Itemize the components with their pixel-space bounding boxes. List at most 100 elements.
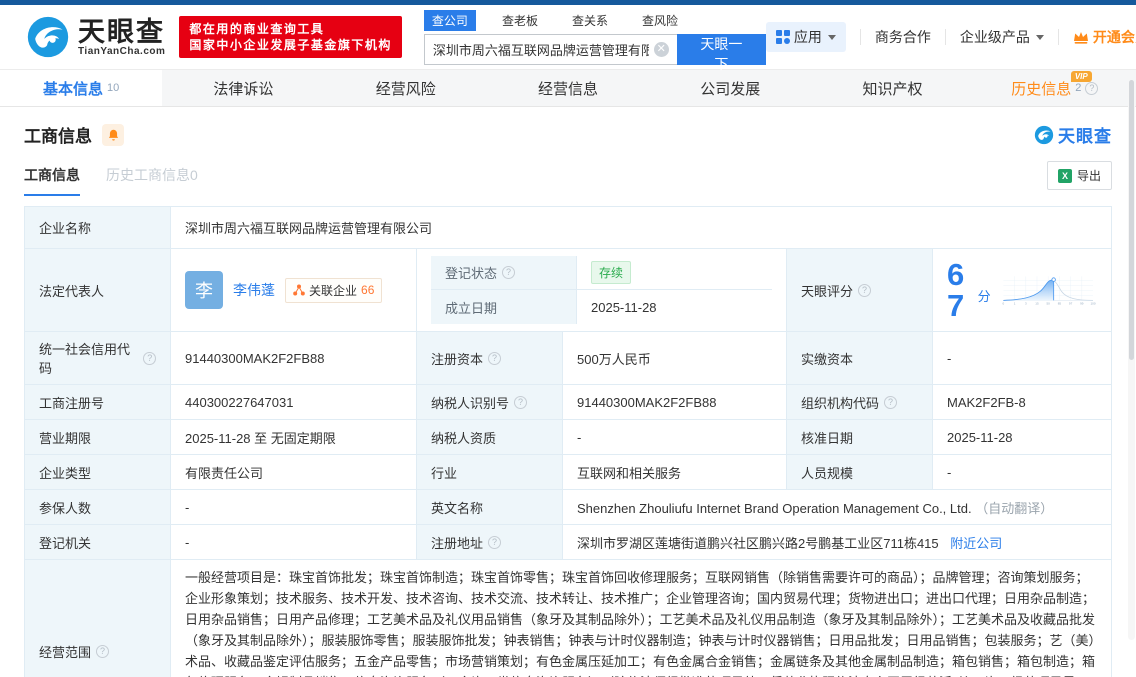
help-icon[interactable]: ? (502, 266, 516, 279)
scrollbar-thumb[interactable] (1129, 80, 1134, 360)
section-watermark-logo: 天眼查 (1034, 122, 1112, 147)
svg-text:0: 0 (1002, 302, 1004, 306)
help-icon[interactable]: ? (488, 351, 502, 365)
score-marker (1051, 277, 1056, 282)
subtab-history-registration[interactable]: 历史工商信息0 (106, 165, 198, 196)
table-row: 登记机关 - 注册地址? 深圳市罗湖区莲塘街道鹏兴社区鹏兴路2号鹏基工业区711… (24, 524, 1112, 560)
tianyan-score[interactable]: 67 分 0 1 3 15 50 85 97 99 100 (947, 259, 1097, 321)
section-title: 工商信息 (24, 127, 92, 146)
nav-divider (1057, 29, 1059, 45)
search-tab-relation[interactable]: 查关系 (564, 10, 616, 31)
registration-info-table: 企业名称 深圳市周六福互联网品牌运营管理有限公司 法定代表人 李 李伟蓬 关联企… (24, 206, 1112, 677)
vip-badge: VIP (1070, 71, 1092, 82)
reg-capital-value: 500万人民币 (562, 331, 787, 385)
table-row: 营业期限 2025-11-28 至 无固定期限 纳税人资质 - 核准日期 202… (24, 419, 1112, 455)
nav-vip-label: 开通会员 (1092, 29, 1136, 45)
taxpayer-id-label: 纳税人识别号 (431, 395, 510, 411)
legal-rep-label: 法定代表人 (24, 248, 171, 332)
help-icon[interactable]: ? (488, 535, 502, 549)
reg-address-value: 深圳市罗湖区莲塘街道鹏兴社区鹏兴路2号鹏基工业区711栋415 (577, 535, 939, 551)
search-input[interactable] (423, 33, 677, 65)
site-logo[interactable]: 天眼查 TianYanCha.com (26, 15, 165, 59)
search-tab-company[interactable]: 查公司 (423, 9, 476, 31)
credit-code-label: 统一社会信用代码 (39, 342, 131, 376)
tianyancha-logo-icon (1034, 125, 1054, 144)
tab-count: 2 (1075, 82, 1082, 94)
help-icon[interactable]: ? (884, 395, 898, 409)
watermark-text: 天眼查 (1058, 127, 1112, 146)
business-term-label: 营业期限 (24, 419, 171, 455)
org-code-value: MAK2F2FB-8 (932, 384, 1112, 420)
related-count: 66 (361, 283, 375, 297)
related-label: 关联企业 (309, 283, 358, 298)
tab-label: 法律诉讼 (213, 80, 274, 98)
auto-translate-note: （自动翻译） (975, 500, 1054, 516)
company-name-label: 企业名称 (24, 206, 171, 249)
tab-label: 经营信息 (537, 80, 598, 98)
paid-capital-label: 实缴资本 (786, 331, 933, 385)
tab-company-development[interactable]: 公司发展 (649, 70, 811, 106)
staff-size-label: 人员规模 (786, 454, 933, 490)
search-tab-boss[interactable]: 查老板 (494, 10, 546, 31)
follow-bell-button[interactable] (102, 123, 124, 146)
establish-date-label: 成立日期 (431, 290, 577, 324)
tab-label: 公司发展 (700, 80, 761, 98)
chevron-down-icon (827, 34, 836, 40)
score-value: 67 (947, 257, 965, 323)
search-area: 查公司 查老板 查关系 查风险 ✕ 天眼一下 (423, 9, 766, 72)
staff-size-value: - (932, 454, 1112, 490)
table-row: 企业类型 有限责任公司 行业 互联网和相关服务 人员规模 - (24, 454, 1112, 490)
legal-rep-name-link[interactable]: 李伟蓬 (233, 280, 275, 300)
svg-text:99: 99 (1080, 302, 1084, 306)
tab-legal-proceedings[interactable]: 法律诉讼 (162, 70, 324, 106)
tab-operational-risk[interactable]: 经营风险 (325, 70, 487, 106)
establish-date-value: 2025-11-28 (591, 299, 657, 315)
related-companies-badge[interactable]: 关联企业 66 (285, 277, 383, 303)
help-icon[interactable]: ? (858, 283, 872, 297)
tab-history-info[interactable]: 历史信息 VIP 2 ? (974, 70, 1136, 106)
tab-basic-info[interactable]: 基本信息 10 (0, 70, 163, 106)
reg-number-label: 工商注册号 (24, 384, 171, 420)
search-tabs: 查公司 查老板 查关系 查风险 (423, 9, 766, 31)
english-name-value: Shenzhen Zhouliufu Internet Brand Operat… (577, 500, 972, 516)
search-button[interactable]: 天眼一下 (676, 33, 766, 72)
site-header: 天眼查 TianYanCha.com 都在用的商业查询工具 国家中小企业发展子基… (0, 5, 1136, 72)
business-scope-label: 经营范围 (39, 644, 92, 660)
company-name-value: 深圳市周六福互联网品牌运营管理有限公司 (170, 206, 1112, 249)
taxpayer-quality-label: 纳税人资质 (416, 419, 563, 455)
reg-authority-label: 登记机关 (24, 524, 171, 560)
subtab-business-registration[interactable]: 工商信息 (24, 165, 80, 196)
reg-authority-value: - (170, 524, 417, 560)
nearby-companies-link[interactable]: 附近公司 (950, 536, 1002, 551)
avatar[interactable]: 李 (185, 271, 223, 309)
table-row: 参保人数 - 英文名称 Shenzhen Zhouliufu Internet … (24, 489, 1112, 525)
org-network-icon (293, 284, 305, 296)
business-term-value: 2025-11-28 至 无固定期限 (170, 419, 417, 455)
help-icon[interactable]: ? (143, 351, 156, 365)
tianyancha-logo-icon (27, 16, 69, 58)
svg-text:97: 97 (1069, 302, 1073, 306)
svg-text:1: 1 (1013, 302, 1015, 306)
clear-search-icon[interactable]: ✕ (653, 41, 669, 57)
brand-slogan: 都在用的商业查询工具 国家中小企业发展子基金旗下机构 (179, 16, 402, 58)
export-button[interactable]: X 导出 (1046, 161, 1112, 190)
business-scope-value: 一般经营项目是：珠宝首饰批发；珠宝首饰制造；珠宝首饰零售；珠宝首饰回收修理服务；… (170, 559, 1112, 677)
tab-count: 10 (107, 82, 120, 94)
tab-intellectual-property[interactable]: 知识产权 (811, 70, 973, 106)
nav-business-cooperation[interactable]: 商务合作 (875, 27, 931, 47)
help-icon[interactable]: ? (96, 644, 110, 658)
search-tab-risk[interactable]: 查风险 (634, 10, 686, 31)
score-unit: 分 (977, 288, 991, 304)
scrollbar[interactable] (1128, 80, 1135, 640)
help-icon[interactable]: ? (1085, 81, 1099, 95)
main-content: 工商信息 天眼查 工商信息 历史工商信息0 X 导出 企业名称 深圳市周六福互联… (0, 122, 1136, 677)
nav-open-vip[interactable]: 开通会员 (1073, 27, 1136, 47)
nav-enterprise-products[interactable]: 企业级产品 (960, 27, 1044, 47)
help-icon[interactable]: ? (514, 395, 528, 409)
industry-value: 互联网和相关服务 (562, 454, 787, 490)
company-type-value: 有限责任公司 (170, 454, 417, 490)
export-label: 导出 (1076, 169, 1101, 183)
tab-business-info[interactable]: 经营信息 (487, 70, 649, 106)
nav-apps[interactable]: 应用 (765, 22, 846, 52)
table-row: 法定代表人 李 李伟蓬 关联企业 66 登记状态 ? 存续 成立日期 2025-… (24, 248, 1112, 332)
